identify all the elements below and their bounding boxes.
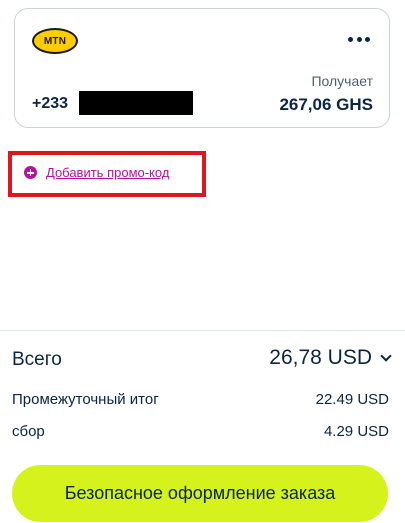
- fee-value: 4.29 USD: [323, 423, 389, 440]
- recipient-card: MTN Получает +233 267,06 GHS: [14, 8, 390, 128]
- operator-logo-text: MTN: [43, 35, 67, 47]
- total-label: Всего: [12, 349, 62, 370]
- receive-amount: 267,06 GHS: [279, 95, 373, 114]
- add-promo-code-label[interactable]: Добавить промо-код: [46, 165, 169, 180]
- fee-label: сбор: [12, 423, 45, 440]
- chevron-down-icon[interactable]: [380, 350, 392, 362]
- summary-divider: [0, 330, 405, 331]
- operator-logo: MTN: [32, 28, 78, 54]
- phone-number-redacted: [79, 91, 193, 115]
- total-value: 26,78 USD: [269, 346, 372, 369]
- add-promo-code-link[interactable]: Добавить промо-код: [24, 165, 169, 180]
- more-horizontal-icon[interactable]: [345, 27, 373, 51]
- total-expand-toggle[interactable]: 26,78 USD: [269, 346, 392, 370]
- secure-checkout-button[interactable]: Безопасное оформление заказа: [12, 465, 388, 522]
- phone-prefix: +233: [32, 95, 69, 112]
- subtotal-value: 22.49 USD: [315, 391, 389, 408]
- plus-circle-icon: [24, 166, 37, 179]
- receives-label: Получает: [311, 73, 373, 89]
- subtotal-label: Промежуточный итог: [12, 391, 159, 408]
- secure-checkout-label: Безопасное оформление заказа: [64, 483, 336, 503]
